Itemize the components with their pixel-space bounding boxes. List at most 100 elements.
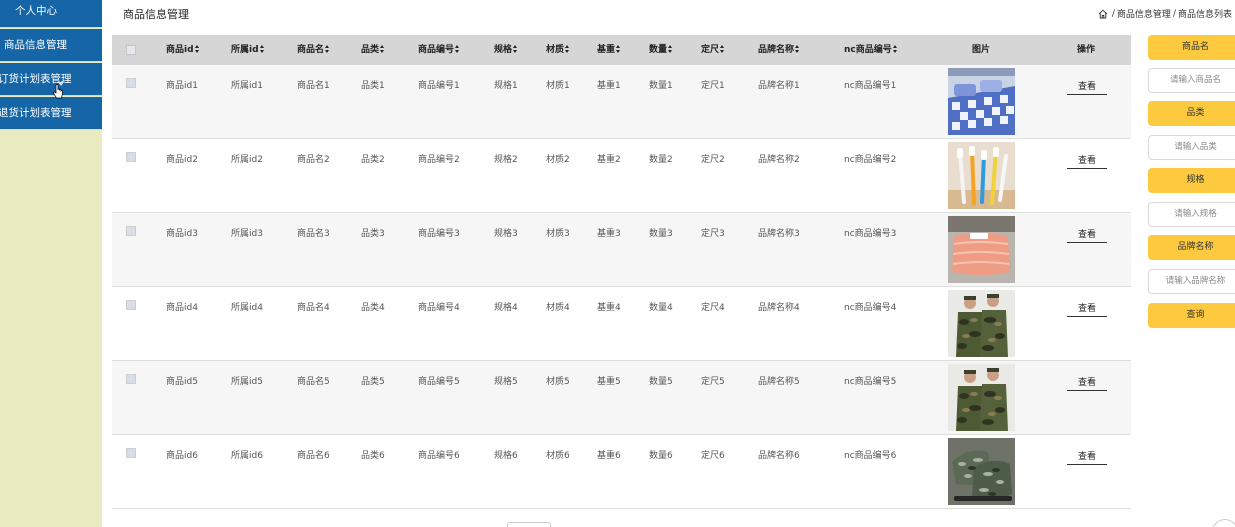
sidebar-item-product-info[interactable]: 商品信息管理 bbox=[0, 29, 102, 62]
sidebar-item-order-plan[interactable]: 订货计划表管理 bbox=[0, 63, 102, 96]
column-header-product-id[interactable]: 商品id bbox=[166, 35, 200, 65]
cell-spec: 规格2 bbox=[494, 155, 518, 165]
cell-quantity: 数量4 bbox=[649, 303, 673, 313]
sidebar-item-label: 商品信息管理 bbox=[4, 39, 67, 51]
sidebar-item-return-plan[interactable]: 退货计划表管理 bbox=[0, 97, 102, 130]
product-image-blanket[interactable] bbox=[948, 216, 1015, 283]
sort-icon bbox=[513, 45, 518, 53]
row-checkbox[interactable] bbox=[126, 78, 136, 88]
table-row: 商品id5 所属id5 商品名5 品类5 商品编号5 规格5 材质5 基重5 数… bbox=[112, 361, 1131, 435]
cell-category: 品类2 bbox=[361, 155, 385, 165]
cell-product-code: 商品编号5 bbox=[418, 377, 460, 387]
cell-spec: 规格3 bbox=[494, 229, 518, 239]
column-header-material[interactable]: 材质 bbox=[546, 35, 570, 65]
search-button[interactable]: 查询 bbox=[1148, 303, 1235, 328]
cell-spec: 规格4 bbox=[494, 303, 518, 313]
cell-basis-weight: 基重4 bbox=[597, 303, 621, 313]
cell-fixed-length: 定尺2 bbox=[701, 155, 725, 165]
column-header-category[interactable]: 品类 bbox=[361, 35, 385, 65]
cell-product-id: 商品id4 bbox=[166, 303, 198, 313]
cell-spec: 规格5 bbox=[494, 377, 518, 387]
column-header-product-code[interactable]: 商品编号 bbox=[418, 35, 460, 65]
cell-category: 品类4 bbox=[361, 303, 385, 313]
cell-basis-weight: 基重3 bbox=[597, 229, 621, 239]
view-button[interactable]: 查看 bbox=[1067, 152, 1107, 169]
cell-nc-code: nc商品编号3 bbox=[844, 229, 897, 239]
cell-owner-id: 所属id3 bbox=[231, 229, 263, 239]
cell-product-name: 商品名2 bbox=[297, 155, 330, 165]
column-header-fixed-length[interactable]: 定尺 bbox=[701, 35, 725, 65]
column-header-spec[interactable]: 规格 bbox=[494, 35, 518, 65]
cell-fixed-length: 定尺1 bbox=[701, 81, 725, 91]
sort-icon bbox=[892, 45, 898, 53]
search-input-spec[interactable]: 请输入规格 bbox=[1148, 202, 1235, 227]
column-header-actions: 操作 bbox=[1077, 45, 1096, 55]
page-title: 商品信息管理 bbox=[123, 8, 189, 21]
product-image-toothbrush[interactable] bbox=[948, 142, 1015, 209]
product-image-camouflage-boots[interactable] bbox=[948, 438, 1015, 505]
cell-material: 材质5 bbox=[546, 377, 570, 387]
table-row: 商品id6 所属id6 商品名6 品类6 商品编号6 规格6 材质6 基重6 数… bbox=[112, 435, 1131, 509]
row-checkbox[interactable] bbox=[126, 374, 136, 384]
sidebar-item-label: 退货计划表管理 bbox=[0, 107, 72, 119]
cell-category: 品类3 bbox=[361, 229, 385, 239]
cell-product-name: 商品名6 bbox=[297, 451, 330, 461]
cell-nc-code: nc商品编号2 bbox=[844, 155, 897, 165]
sort-icon bbox=[565, 45, 570, 53]
cell-basis-weight: 基重6 bbox=[597, 451, 621, 461]
product-image-camouflage-uniform[interactable] bbox=[948, 290, 1015, 357]
cell-owner-id: 所属id6 bbox=[231, 451, 263, 461]
scroll-top-button[interactable] bbox=[1212, 519, 1235, 527]
row-checkbox[interactable] bbox=[126, 152, 136, 162]
sidebar-item-personal-center[interactable]: 个人中心 bbox=[0, 0, 102, 28]
sort-icon bbox=[325, 45, 330, 53]
product-table: 商品id 所属id 商品名 品类 商品编号 规格 材质 基重 数量 定尺 品牌名… bbox=[112, 35, 1131, 509]
cell-product-code: 商品编号1 bbox=[418, 81, 460, 91]
cell-product-name: 商品名1 bbox=[297, 81, 330, 91]
search-input-product-name[interactable]: 请输入商品名 bbox=[1148, 68, 1235, 93]
sort-icon bbox=[795, 45, 800, 53]
cell-brand-name: 品牌名称6 bbox=[758, 451, 800, 461]
column-header-brand-name[interactable]: 品牌名称 bbox=[758, 35, 800, 65]
column-header-product-name[interactable]: 商品名 bbox=[297, 35, 330, 65]
select-all-checkbox[interactable] bbox=[126, 45, 136, 55]
view-button[interactable]: 查看 bbox=[1067, 300, 1107, 317]
cell-quantity: 数量1 bbox=[649, 81, 673, 91]
view-button[interactable]: 查看 bbox=[1067, 448, 1107, 465]
breadcrumb-item-product-info[interactable]: 商品信息管理 bbox=[1117, 7, 1171, 20]
row-checkbox[interactable] bbox=[126, 300, 136, 310]
cell-fixed-length: 定尺5 bbox=[701, 377, 725, 387]
cell-material: 材质3 bbox=[546, 229, 570, 239]
sort-icon bbox=[720, 45, 725, 53]
sort-icon bbox=[668, 45, 673, 53]
sidebar: 个人中心 商品信息管理 订货计划表管理 退货计划表管理 bbox=[0, 0, 102, 527]
row-checkbox[interactable] bbox=[126, 448, 136, 458]
table-row: 商品id1 所属id1 商品名1 品类1 商品编号1 规格1 材质1 基重1 数… bbox=[112, 65, 1131, 139]
search-input-category[interactable]: 请输入品类 bbox=[1148, 135, 1235, 160]
product-image-bedding[interactable] bbox=[948, 68, 1015, 135]
cell-nc-code: nc商品编号1 bbox=[844, 81, 897, 91]
home-icon[interactable] bbox=[1098, 9, 1108, 19]
view-button[interactable]: 查看 bbox=[1067, 226, 1107, 243]
sidebar-item-label: 个人中心 bbox=[15, 5, 57, 17]
column-header-quantity[interactable]: 数量 bbox=[649, 35, 673, 65]
column-header-nc-code[interactable]: nc商品编号 bbox=[844, 35, 898, 65]
row-checkbox[interactable] bbox=[126, 226, 136, 236]
cell-material: 材质2 bbox=[546, 155, 570, 165]
view-button[interactable]: 查看 bbox=[1067, 78, 1107, 95]
cell-brand-name: 品牌名称4 bbox=[758, 303, 800, 313]
cell-owner-id: 所属id5 bbox=[231, 377, 263, 387]
cell-quantity: 数量5 bbox=[649, 377, 673, 387]
pagination[interactable] bbox=[507, 522, 551, 527]
cell-spec: 规格1 bbox=[494, 81, 518, 91]
column-header-basis-weight[interactable]: 基重 bbox=[597, 35, 621, 65]
view-button[interactable]: 查看 bbox=[1067, 374, 1107, 391]
search-input-brand-name[interactable]: 请输入品牌名称 bbox=[1148, 269, 1235, 294]
cell-brand-name: 品牌名称2 bbox=[758, 155, 800, 165]
search-label-brand-name: 品牌名称 bbox=[1148, 235, 1235, 260]
product-image-camouflage-uniform[interactable] bbox=[948, 364, 1015, 431]
sort-icon bbox=[455, 45, 460, 53]
search-label-spec: 规格 bbox=[1148, 168, 1235, 193]
cell-material: 材质6 bbox=[546, 451, 570, 461]
column-header-owner-id[interactable]: 所属id bbox=[231, 35, 265, 65]
